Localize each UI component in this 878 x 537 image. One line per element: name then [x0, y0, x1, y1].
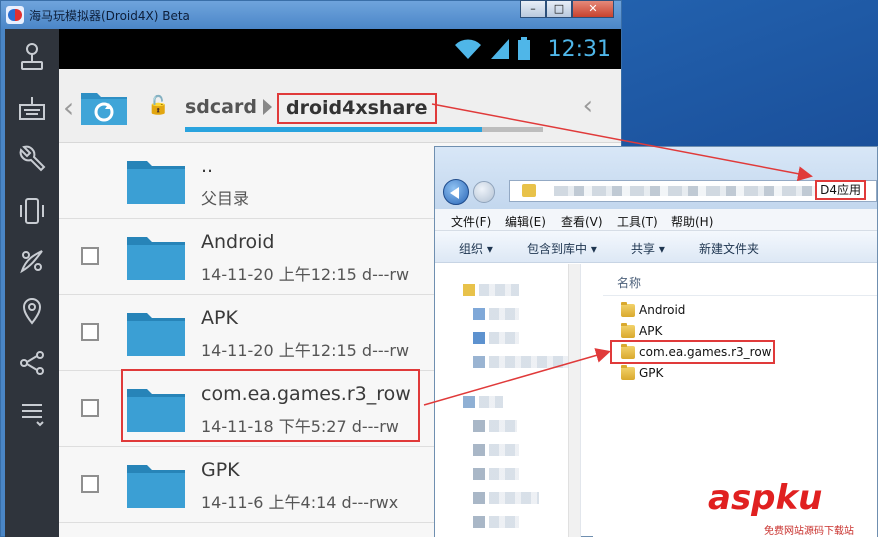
joystick-icon[interactable] — [16, 41, 48, 73]
signal-icon — [491, 39, 509, 59]
folder-icon — [621, 365, 635, 380]
folder-icon — [125, 307, 187, 359]
file-checkbox[interactable] — [81, 247, 99, 265]
minimize-button[interactable]: – — [520, 0, 546, 18]
drive-icon — [473, 468, 485, 480]
library-icon — [473, 356, 485, 368]
file-name: GPK — [201, 459, 240, 481]
watermark-main: aspku — [708, 478, 823, 518]
location-icon[interactable] — [16, 295, 48, 327]
menu-item[interactable]: 编辑(E) — [505, 213, 546, 230]
keyboard-icon[interactable] — [16, 93, 48, 125]
watermark-logo: aspku 免费网站源码下载站 — [704, 470, 878, 537]
nav-entry[interactable] — [489, 308, 519, 320]
file-name: .. — [201, 155, 214, 177]
folder-icon — [125, 155, 187, 207]
nav-entry[interactable] — [489, 356, 575, 368]
file-meta: 父目录 — [201, 189, 250, 208]
folder-icon — [522, 184, 536, 197]
nav-entry[interactable] — [489, 468, 519, 480]
drive-icon — [473, 516, 485, 528]
menu-icon[interactable] — [16, 397, 48, 429]
file-checkbox[interactable] — [81, 323, 99, 341]
breadcrumb-root[interactable]: sdcard — [185, 96, 257, 118]
breadcrumb-separator-icon — [263, 99, 272, 115]
toolbar-button[interactable]: 组织 ▾ — [459, 240, 493, 257]
highlight-box-explorer-folder — [610, 340, 775, 364]
explorer-titlebar: D4应用 — [435, 147, 877, 209]
menu-item[interactable]: 查看(V) — [561, 213, 603, 230]
battery-icon — [518, 37, 530, 60]
explorer-navigation-pane — [435, 264, 581, 537]
file-meta: 14-11-20 上午12:15 d---rw — [201, 265, 410, 284]
computer-icon — [463, 396, 475, 408]
toolbar-button[interactable]: 新建文件夹 — [699, 240, 759, 257]
status-icons — [453, 37, 531, 61]
explorer-forward-button[interactable] — [473, 181, 495, 203]
library-icon — [473, 332, 485, 344]
explorer-folder-name: APK — [639, 324, 663, 338]
shake-icon[interactable] — [16, 195, 48, 227]
explorer-back-button[interactable] — [443, 179, 469, 205]
column-header-name[interactable]: 名称 — [617, 274, 641, 291]
menu-item[interactable]: 帮助(H) — [671, 213, 713, 230]
android-status-bar: 12:31 — [59, 29, 621, 69]
file-checkbox[interactable] — [81, 475, 99, 493]
watermark-sub: 免费网站源码下载站 — [764, 526, 854, 537]
toolbar-button[interactable]: 包含到库中 ▾ — [527, 240, 597, 257]
wrench-icon[interactable] — [16, 143, 48, 175]
highlight-box-emulator-folder — [121, 369, 420, 442]
nav-entry[interactable] — [489, 492, 539, 504]
storage-progress-fill — [185, 127, 483, 132]
emulator-window-controls: – □ ✕ — [520, 0, 614, 18]
wifi-icon — [455, 39, 481, 59]
toolbar-button[interactable]: 共享 ▾ — [631, 240, 665, 257]
drive-icon — [473, 492, 485, 504]
drive-icon — [473, 420, 485, 432]
breadcrumb-current[interactable]: droid4xshare — [277, 93, 437, 124]
folder-icon — [125, 231, 187, 283]
navpane-scrollbar[interactable] — [568, 264, 580, 537]
maximize-button[interactable]: □ — [546, 0, 572, 18]
lock-icon: 🔓 — [147, 95, 170, 116]
nav-entry[interactable] — [489, 420, 517, 432]
nav-entry[interactable] — [479, 396, 503, 408]
nav-entry[interactable] — [489, 332, 519, 344]
status-clock: 12:31 — [547, 37, 611, 62]
back-chevron-icon[interactable]: ‹ — [63, 91, 74, 124]
nav-entry[interactable] — [489, 444, 519, 456]
file-checkbox[interactable] — [81, 399, 99, 417]
nav-entry[interactable] — [489, 516, 519, 528]
column-header-divider — [603, 295, 877, 296]
droid4x-logo-icon — [6, 6, 24, 24]
explorer-menubar: 文件(F) 编辑(E) 查看(V) 工具(T) 帮助(H) — [435, 209, 877, 231]
address-bar[interactable]: D4应用 — [509, 180, 877, 202]
nav-entry[interactable] — [479, 284, 519, 296]
address-crumb-current[interactable]: D4应用 — [815, 180, 866, 200]
storage-progress-bar — [185, 127, 543, 132]
close-button[interactable]: ✕ — [572, 0, 614, 18]
share-icon[interactable] — [16, 347, 48, 379]
emulator-title: 海马玩模拟器(Droid4X) Beta — [29, 9, 190, 23]
refresh-folder-icon[interactable] — [79, 85, 129, 127]
clip-icon[interactable] — [16, 245, 48, 277]
collapse-chevron-icon[interactable]: ‹ — [583, 91, 593, 121]
explorer-folder-name: Android — [639, 303, 686, 317]
folder-icon — [621, 323, 635, 338]
folder-icon — [463, 284, 475, 296]
explorer-toolbar: 组织 ▾ 包含到库中 ▾ 共享 ▾ 新建文件夹 — [435, 231, 877, 263]
folder-icon — [125, 459, 187, 511]
menu-item[interactable]: 工具(T) — [617, 213, 658, 230]
file-name: APK — [201, 307, 238, 329]
file-manager-header: ‹ 🔓 sdcard droid4xshare ‹ — [59, 69, 621, 143]
explorer-folder-name: GPK — [639, 366, 664, 380]
menu-item[interactable]: 文件(F) — [451, 213, 491, 230]
file-meta: 14-11-20 上午12:15 d---rw — [201, 341, 410, 360]
drive-icon — [473, 444, 485, 456]
folder-icon — [621, 302, 635, 317]
file-meta: 14-11-6 上午4:14 d---rwx — [201, 493, 399, 512]
file-name: Android — [201, 231, 275, 253]
emulator-sidebar — [5, 29, 59, 537]
library-icon — [473, 308, 485, 320]
